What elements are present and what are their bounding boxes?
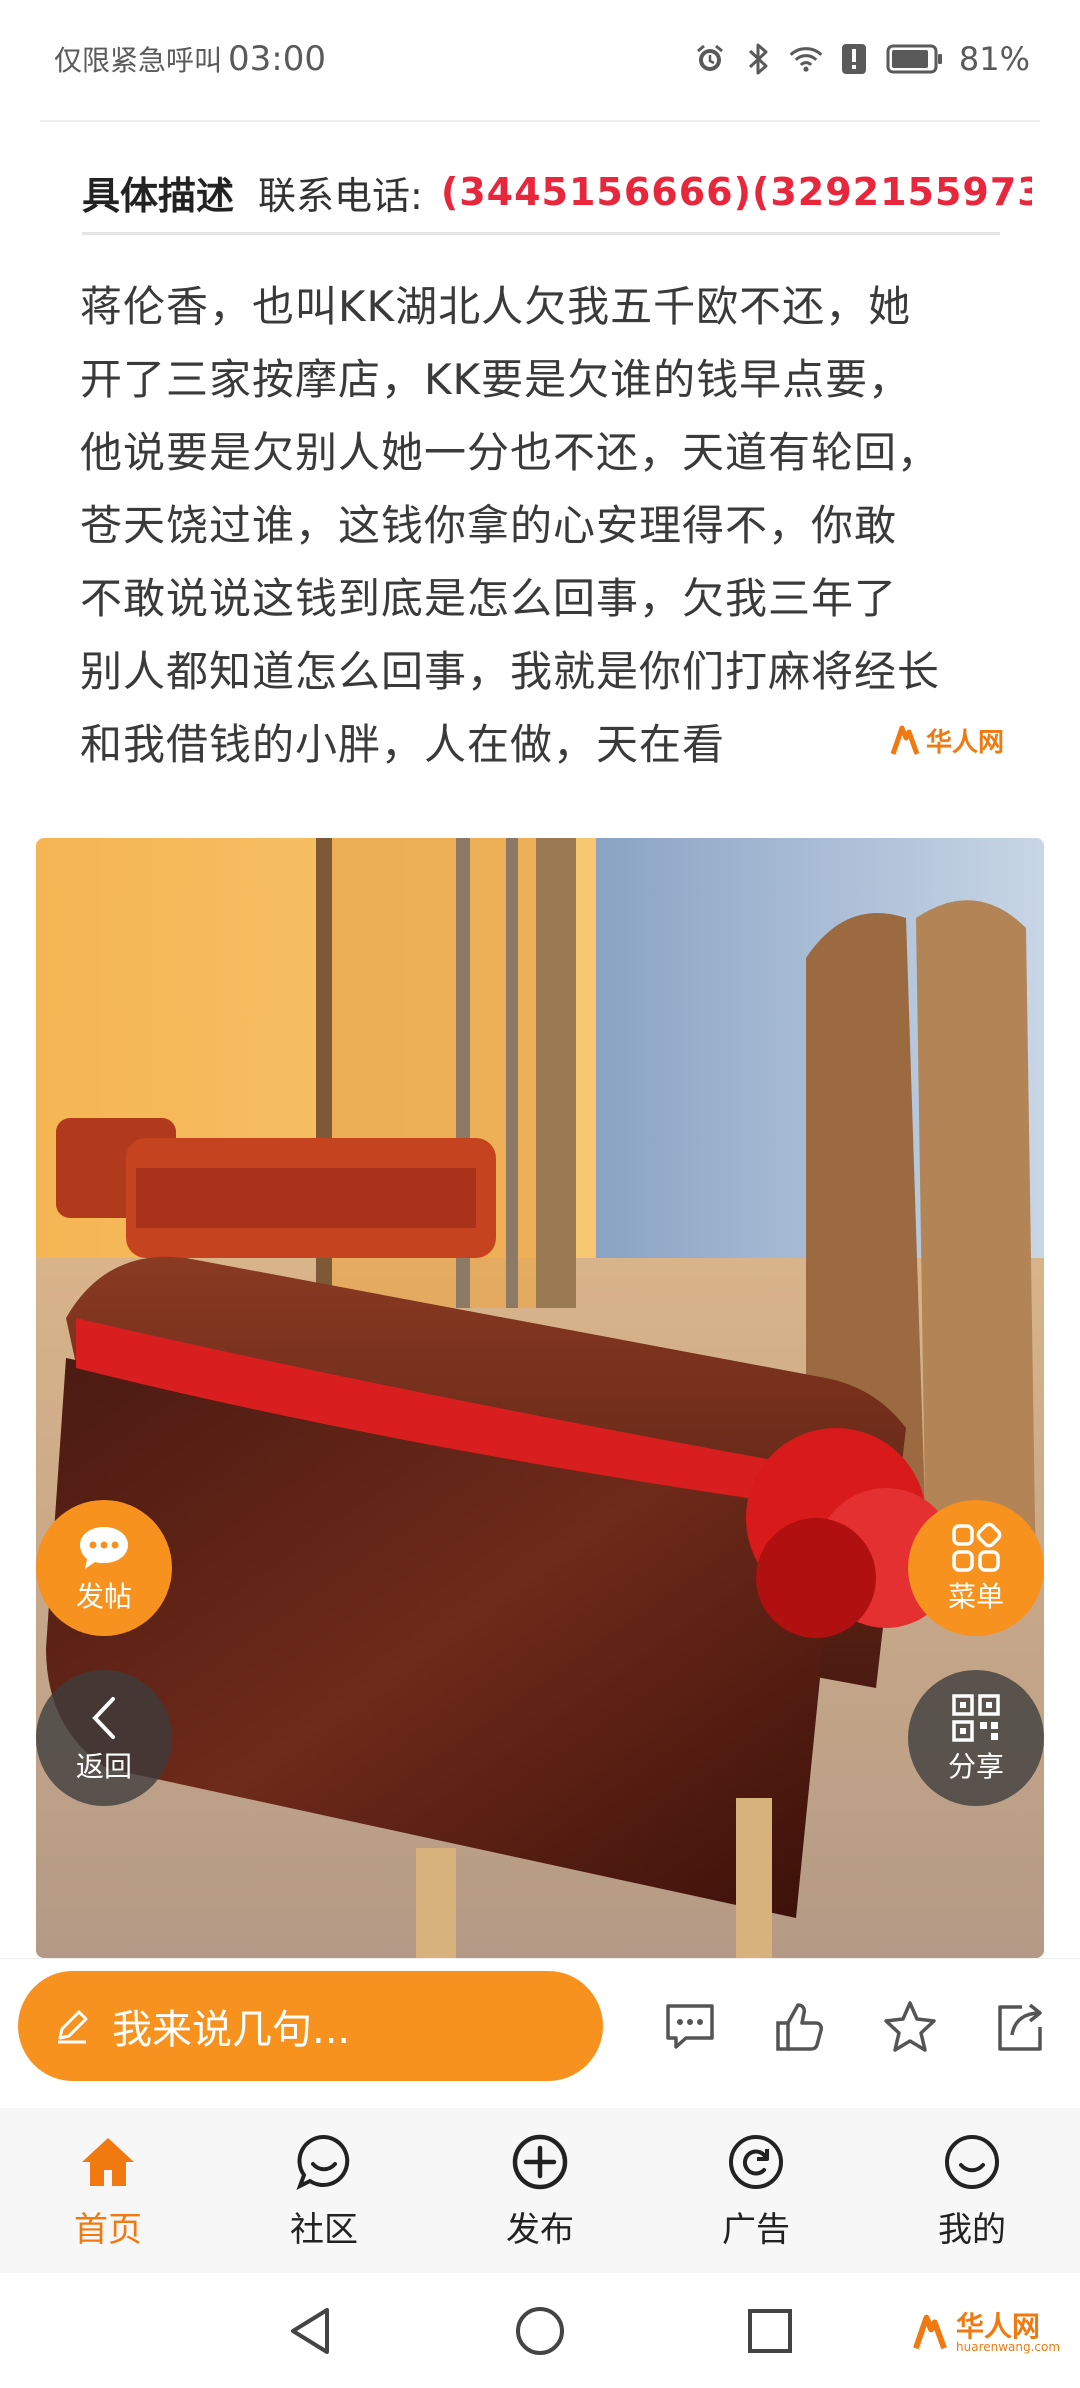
tab-publish[interactable]: 发布	[432, 2108, 648, 2273]
clock-time: 03:00	[228, 39, 326, 79]
smile-icon	[940, 2130, 1004, 2194]
description-line: 蒋伦香，也叫KK湖北人欠我五千欧不还，她	[80, 282, 912, 331]
huaren-logo-icon	[890, 725, 920, 755]
comment-input[interactable]: 我来说几句...	[18, 1971, 603, 2081]
comment-bar: 我来说几句...	[0, 1958, 1080, 2109]
comment-placeholder: 我来说几句...	[112, 2007, 351, 2053]
tab-mine-label: 我的	[938, 2210, 1006, 2250]
bluetooth-icon	[741, 42, 775, 76]
tab-home-label: 首页	[74, 2210, 142, 2250]
grid-menu-icon	[950, 1521, 1002, 1575]
description-line: 别人都知道怎么回事，我就是你们打麻将经长	[80, 647, 941, 696]
tab-ads[interactable]: 广告	[648, 2108, 864, 2273]
coffin-photo-illustration	[36, 838, 1044, 1958]
thumbs-up-icon[interactable]	[770, 1997, 830, 2057]
huaren-logo-icon	[913, 2314, 947, 2350]
watermark: 华人网	[890, 722, 1004, 759]
share-out-icon[interactable]	[990, 1997, 1050, 2057]
watermark-text: 华人网	[926, 728, 1005, 758]
tab-ads-label: 广告	[722, 2210, 790, 2250]
tab-community[interactable]: 社区	[216, 2108, 432, 2273]
home-icon	[76, 2130, 140, 2194]
description-line: 不敢说说这钱到底是怎么回事，欠我三年了	[80, 574, 898, 623]
description-line: 开了三家按摩店，KK要是欠谁的钱早点要，	[80, 355, 912, 404]
description-line: 和我借钱的小胖，人在做，天在看	[80, 720, 726, 769]
status-right: 81%	[693, 40, 1030, 78]
pencil-icon	[58, 2010, 88, 2044]
post-button[interactable]: 发帖	[36, 1500, 172, 1636]
description-body: 蒋伦香，也叫KK湖北人欠我五千欧不还，她 开了三家按摩店，KK要是欠谁的钱早点要…	[80, 270, 1010, 781]
menu-button[interactable]: 菜单	[908, 1500, 1044, 1636]
nav-back-icon[interactable]	[280, 2301, 340, 2361]
refresh-circle-icon	[724, 2130, 788, 2194]
battery-percent: 81%	[958, 40, 1030, 78]
phone-label: 联系电话:	[258, 173, 423, 218]
bottom-tab-bar: 首页 社区 发布 广告 我的	[0, 2108, 1080, 2273]
battery-icon	[885, 42, 945, 76]
chevron-left-icon	[87, 1691, 121, 1745]
tab-mine[interactable]: 我的	[864, 2108, 1080, 2273]
back-button-label: 返回	[75, 1750, 132, 1783]
nav-watermark-text: 华人网	[956, 2310, 1041, 2343]
description-line: 他说要是欠别人她一分也不还，天道有轮回，	[80, 428, 941, 477]
qr-code-icon	[951, 1691, 1001, 1745]
menu-button-label: 菜单	[947, 1580, 1004, 1613]
wifi-icon	[789, 42, 823, 76]
system-nav-bar: 华人网 huarenwang.com	[0, 2273, 1080, 2388]
alarm-icon	[693, 42, 727, 76]
tab-home[interactable]: 首页	[0, 2108, 216, 2273]
share-button-label: 分享	[947, 1750, 1004, 1783]
nav-watermark-sub: huarenwang.com	[956, 2340, 1061, 2354]
tab-community-label: 社区	[290, 2210, 358, 2250]
comments-icon[interactable]	[660, 1997, 720, 2057]
share-button[interactable]: 分享	[908, 1670, 1044, 1806]
description-card: 具体描述 联系电话: (3445156666)(3292155973 蒋伦香，也…	[40, 120, 1040, 802]
divider	[82, 232, 1000, 235]
description-line: 苍天饶过谁，这钱你拿的心安理得不，你敢	[80, 501, 898, 550]
phone-numbers[interactable]: (3445156666)(3292155973	[441, 170, 1032, 214]
nav-home-icon[interactable]	[510, 2301, 570, 2361]
status-left: 仅限紧急呼叫 03:00	[54, 39, 326, 79]
plus-circle-icon	[508, 2130, 572, 2194]
nav-watermark: 华人网 huarenwang.com	[912, 2313, 1060, 2353]
post-button-label: 发帖	[75, 1580, 132, 1613]
description-title: 具体描述	[82, 173, 235, 218]
chat-bubble-icon	[292, 2130, 356, 2194]
description-header: 具体描述 联系电话: (3445156666)(3292155973	[82, 142, 1032, 242]
emergency-call-text: 仅限紧急呼叫	[54, 44, 223, 77]
post-photo[interactable]	[36, 838, 1044, 1958]
status-bar: 仅限紧急呼叫 03:00 81%	[0, 0, 1080, 118]
tab-publish-label: 发布	[506, 2210, 574, 2250]
nav-recents-icon[interactable]	[740, 2301, 800, 2361]
chat-dots-icon	[76, 1521, 132, 1575]
alert-icon	[837, 42, 871, 76]
star-icon[interactable]	[880, 1997, 940, 2057]
back-button[interactable]: 返回	[36, 1670, 172, 1806]
